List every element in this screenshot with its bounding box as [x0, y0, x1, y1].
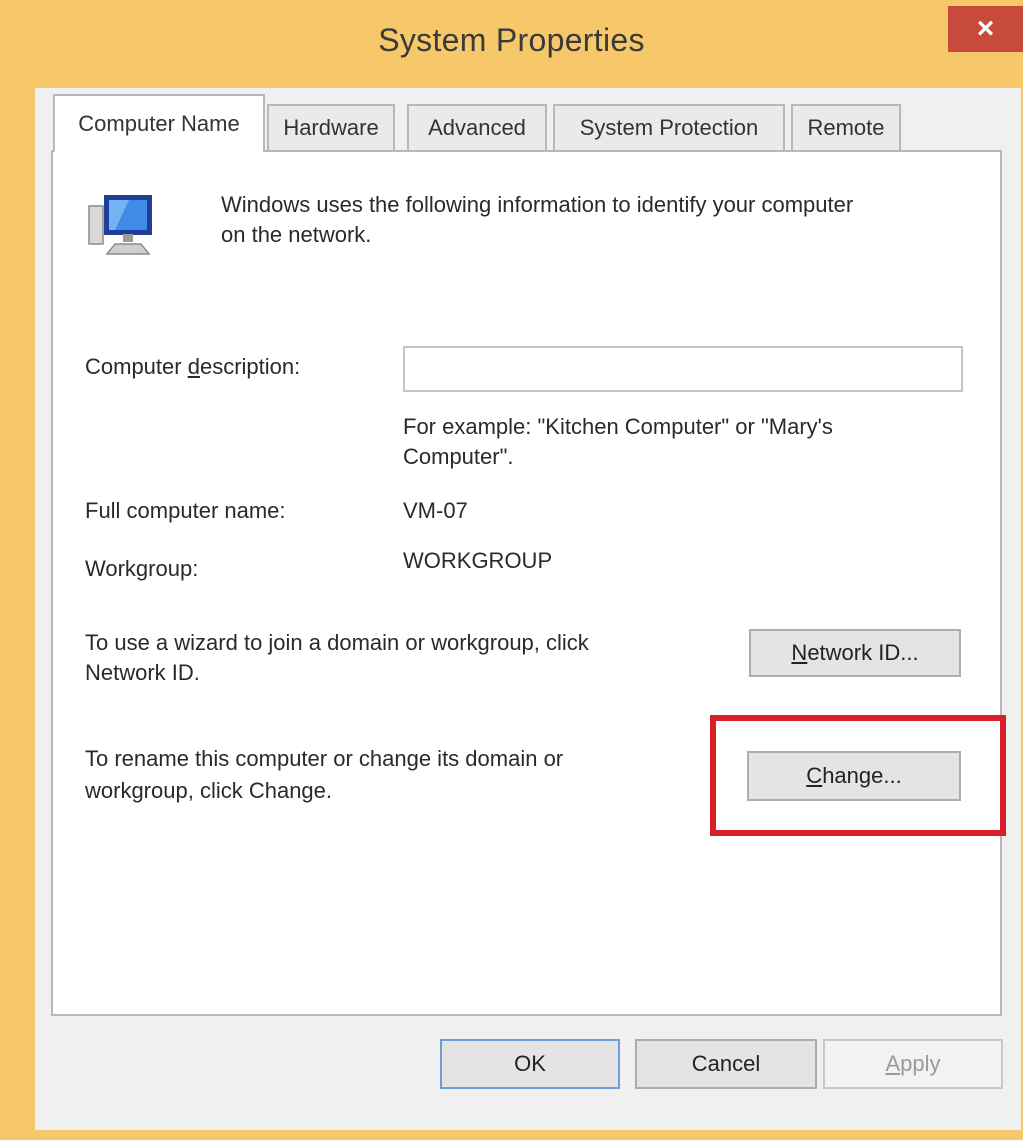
tab-advanced[interactable]: Advanced [407, 104, 547, 150]
workgroup-value: WORKGROUP [403, 548, 553, 573]
network-id-text-line-2: Network ID. [85, 660, 200, 685]
system-properties-window: System Properties × Computer Name Hardwa… [0, 0, 1023, 1140]
workgroup-label: Workgroup: [85, 556, 199, 581]
example-text-line-1: For example: "Kitchen Computer" or "Mary… [403, 414, 833, 439]
change-text-line-1: To rename this computer or change its do… [85, 746, 564, 771]
tab-remote[interactable]: Remote [791, 104, 901, 150]
tab-system-protection[interactable]: System Protection [553, 104, 785, 150]
cancel-button[interactable]: Cancel [635, 1039, 817, 1089]
computer-name-panel: Windows uses the following information t… [51, 150, 1006, 1016]
tab-label: Computer Name [78, 111, 240, 136]
title-bar: System Properties × [0, 0, 1023, 88]
tab-label: System Protection [579, 115, 759, 140]
ok-button[interactable]: OK [440, 1039, 620, 1089]
network-id-text-line-1: To use a wizard to join a domain or work… [85, 630, 589, 655]
tab-computer-name[interactable]: Computer Name [53, 94, 265, 152]
network-id-button[interactable]: Network ID... [749, 629, 961, 677]
tab-label: Hardware [283, 115, 379, 140]
apply-button[interactable]: Apply [823, 1039, 1003, 1089]
computer-monitor-icon [85, 192, 165, 264]
dialog-client-area: Computer Name Hardware Advanced System P… [35, 88, 1021, 1130]
tab-label: Remote [807, 115, 885, 140]
full-computer-name-label: Full computer name: [85, 498, 286, 523]
computer-description-input[interactable] [403, 346, 963, 392]
change-text-line-2: workgroup, click Change. [85, 778, 333, 803]
intro-text-line-1: Windows uses the following information t… [221, 192, 854, 217]
close-icon: × [976, 12, 995, 45]
computer-description-label: Computer description: [85, 354, 301, 379]
tab-hardware[interactable]: Hardware [267, 104, 395, 150]
window-title: System Properties [378, 22, 645, 58]
example-text-line-2: Computer". [403, 444, 514, 469]
close-button[interactable]: × [948, 6, 1023, 52]
full-computer-name-value: VM-07 [403, 498, 468, 523]
change-button[interactable]: Change... [747, 751, 961, 801]
tab-label: Advanced [428, 115, 526, 140]
intro-text-line-2: on the network. [221, 222, 372, 247]
